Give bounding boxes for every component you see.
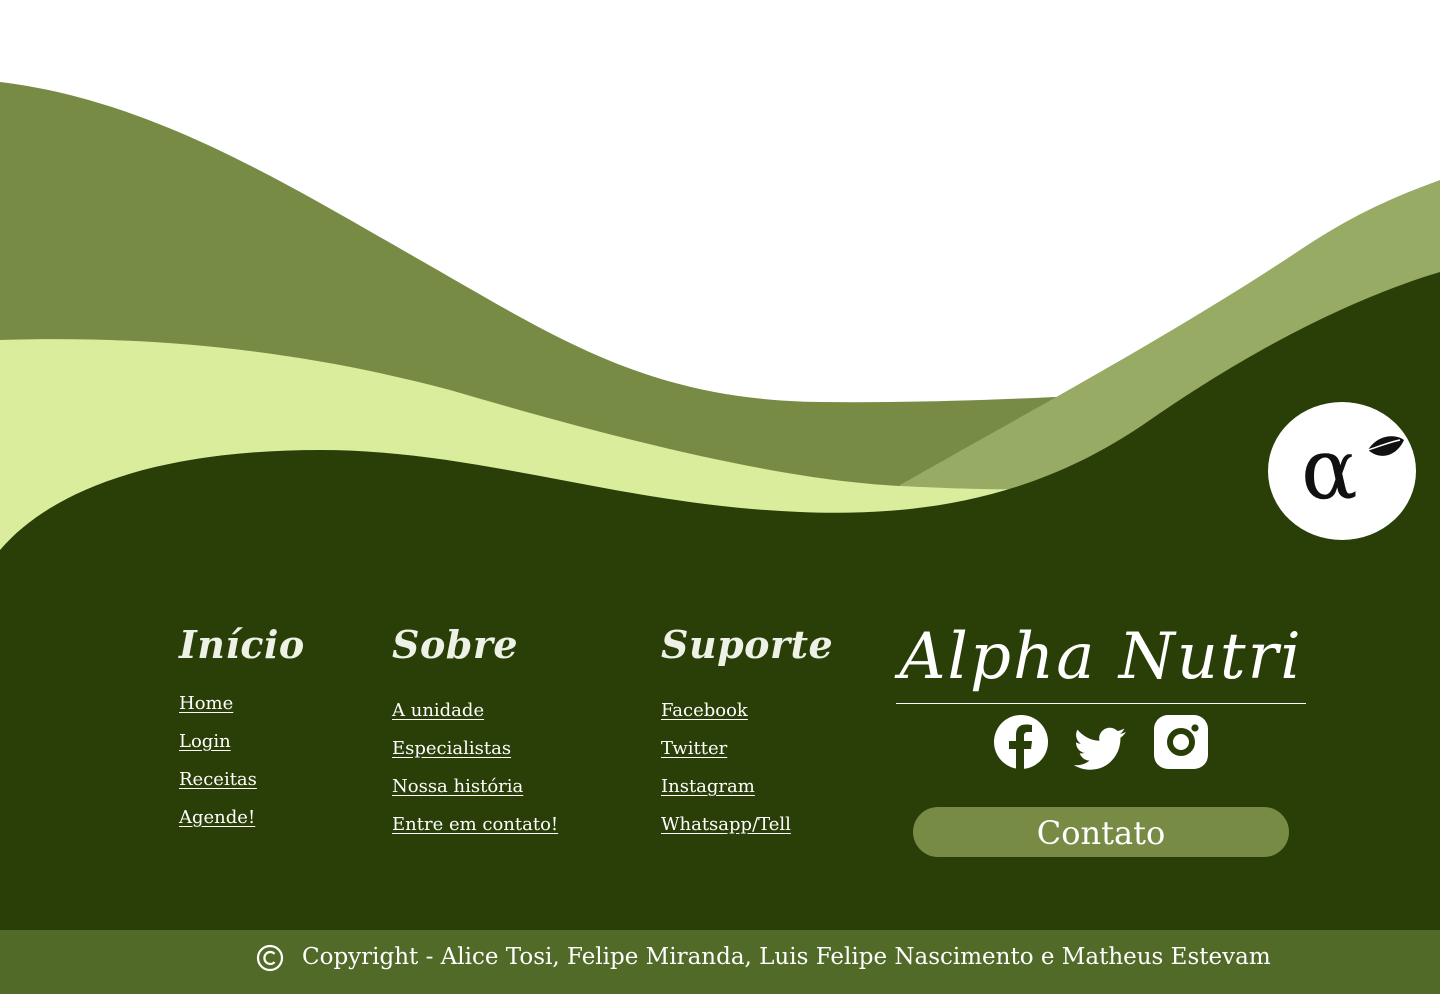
copyright-text: Copyright - Alice Tosi, Felipe Miranda, …: [302, 944, 1271, 970]
social-icons: [993, 714, 1213, 774]
list-item: A unidade: [392, 700, 558, 738]
logo-badge[interactable]: α: [1268, 402, 1416, 540]
list-item: Facebook: [661, 700, 833, 738]
list-item: Especialistas: [392, 738, 558, 776]
alpha-leaf-logo-icon: α: [1301, 420, 1404, 518]
contact-button[interactable]: Contato: [913, 807, 1289, 857]
link-a-unidade[interactable]: A unidade: [392, 700, 484, 721]
link-home[interactable]: Home: [179, 693, 233, 714]
list-item: Twitter: [661, 738, 833, 776]
instagram-icon[interactable]: [1153, 714, 1209, 770]
link-especialistas[interactable]: Especialistas: [392, 738, 511, 759]
footer-column-sobre: Sobre A unidade Especialistas Nossa hist…: [392, 622, 558, 852]
list-item: Login: [179, 731, 305, 769]
link-whatsapp[interactable]: Whatsapp/Tell: [661, 814, 791, 835]
brand-name: Alpha Nutri: [899, 620, 1303, 694]
link-instagram[interactable]: Instagram: [661, 776, 755, 797]
svg-text:α: α: [1301, 420, 1358, 518]
link-list-sobre: A unidade Especialistas Nossa história E…: [392, 700, 558, 852]
list-item: Whatsapp/Tell: [661, 814, 833, 852]
link-list-inicio: Home Login Receitas Agende!: [179, 693, 305, 845]
list-item: Home: [179, 693, 305, 731]
copyright-icon: [256, 944, 284, 972]
column-title-sobre: Sobre: [392, 622, 519, 667]
link-nossa-historia[interactable]: Nossa história: [392, 776, 523, 797]
link-list-suporte: Facebook Twitter Instagram Whatsapp/Tell: [661, 700, 833, 852]
facebook-icon[interactable]: [993, 714, 1049, 770]
link-login[interactable]: Login: [179, 731, 231, 752]
list-item: Receitas: [179, 769, 305, 807]
link-receitas[interactable]: Receitas: [179, 769, 257, 790]
link-facebook[interactable]: Facebook: [661, 700, 748, 721]
link-entre-em-contato[interactable]: Entre em contato!: [392, 814, 558, 835]
twitter-icon[interactable]: [1073, 722, 1129, 778]
footer-column-suporte: Suporte Facebook Twitter Instagram Whats…: [661, 622, 833, 852]
list-item: Agende!: [179, 807, 305, 845]
list-item: Entre em contato!: [392, 814, 558, 852]
column-title-inicio: Início: [179, 622, 305, 667]
list-item: Instagram: [661, 776, 833, 814]
footer-column-inicio: Início Home Login Receitas Agende!: [179, 622, 305, 845]
list-item: Nossa história: [392, 776, 558, 814]
column-title-suporte: Suporte: [661, 622, 834, 667]
link-twitter[interactable]: Twitter: [661, 738, 727, 759]
divider: [896, 703, 1306, 704]
link-agende[interactable]: Agende!: [179, 807, 255, 828]
